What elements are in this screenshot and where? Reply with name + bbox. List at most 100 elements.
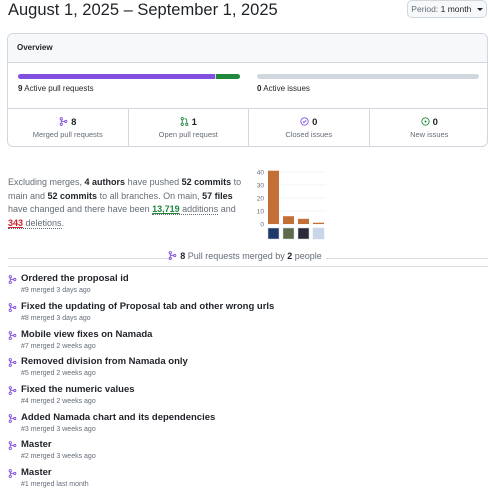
pull-request-meta: #7 merged 2 weeks ago xyxy=(21,343,96,350)
open-pull-request-count: 1 xyxy=(191,117,197,128)
merge-icon xyxy=(8,275,17,284)
pull-request-title-link[interactable]: Ordered the proposal id xyxy=(21,273,129,284)
active-issues-count[interactable]: 0 Active issues xyxy=(257,84,310,93)
active-pull-requests-bar xyxy=(18,74,240,79)
pull-request-meta: #9 merged 3 days ago xyxy=(21,287,91,294)
pull-request-meta: #1 merged last month xyxy=(21,481,89,488)
merge-icon xyxy=(8,331,17,340)
merged-pull-requests-heading: 8 Pull requests merged by 2 people xyxy=(0,251,490,261)
merge-icon xyxy=(8,414,17,423)
open-pull-requests-bar-segment xyxy=(216,74,240,79)
active-issues-number: 0 xyxy=(257,84,262,93)
chart-bar xyxy=(268,170,279,224)
pull-request-title-link[interactable]: Mobile view fixes on Namada xyxy=(21,329,152,340)
pull-request-item: Removed division from Namada only #5 mer… xyxy=(8,356,478,382)
author-avatar xyxy=(312,227,325,240)
merge-icon xyxy=(8,469,17,478)
pull-request-meta: #2 merged 3 weeks ago xyxy=(21,453,96,460)
new-issues-count: 0 xyxy=(432,117,438,128)
files-changed-count: 57 files xyxy=(202,190,233,201)
merged-pull-requests-label: Merged pull requests xyxy=(32,130,103,139)
commits-main-count: 52 commits xyxy=(181,177,232,187)
period-select-button[interactable]: Period: 1 month xyxy=(407,0,487,18)
chart-y-tick-label: 20 xyxy=(257,196,265,203)
issue-opened-icon xyxy=(420,117,430,126)
pull-request-item: Added Namada chart and its dependencies … xyxy=(8,412,478,438)
commits-all-count: 52 commits xyxy=(47,190,98,201)
merged-heading-text: people xyxy=(292,251,322,261)
additions-label: additions xyxy=(179,204,219,215)
pull-request-item: Ordered the proposal id #9 merged 3 days… xyxy=(8,273,478,299)
open-pull-request-label: Open pull request xyxy=(158,130,218,139)
pull-request-title-link[interactable]: Master xyxy=(21,439,52,450)
pull-request-title-link[interactable]: Master xyxy=(21,467,52,478)
issue-closed-icon xyxy=(300,117,309,126)
closed-issues-label: Closed issues xyxy=(285,130,333,139)
merge-icon xyxy=(8,358,17,367)
pull-request-meta: #5 merged 2 weeks ago xyxy=(21,370,96,377)
pull-request-item: Fixed the numeric values #4 merged 2 wee… xyxy=(8,384,478,410)
merge-icon xyxy=(59,117,68,126)
pull-request-title-link[interactable]: Removed division from Namada only xyxy=(21,356,188,367)
deletions-count: 343 xyxy=(8,218,24,229)
overview-heading: Overview xyxy=(8,34,487,63)
commits-by-author-chart: 40 30 20 10 0 xyxy=(257,170,326,240)
merge-icon xyxy=(8,386,17,395)
deletions-link[interactable]: 343 deletions xyxy=(8,218,62,230)
stat-closed-issues[interactable]: 0 Closed issues xyxy=(249,109,370,146)
author-avatar xyxy=(282,227,295,240)
active-issues-bar xyxy=(257,74,479,79)
chart-y-tick-label: 40 xyxy=(257,170,265,177)
merged-heading-text: Pull requests merged by xyxy=(185,251,288,261)
active-pull-requests-label: Active pull requests xyxy=(24,84,94,93)
stat-merged-pull-requests[interactable]: 8 Merged pull requests xyxy=(8,109,129,146)
pull-request-item: Mobile view fixes on Namada #7 merged 2 … xyxy=(8,329,478,355)
stat-new-issues[interactable]: 0 New issues xyxy=(370,109,488,146)
merge-icon xyxy=(8,303,17,312)
commit-summary: Excluding merges, 4 authors have pushed … xyxy=(8,176,246,231)
pull-request-title-link[interactable]: Added Namada chart and its dependencies xyxy=(21,412,215,423)
summary-text: have pushed xyxy=(125,177,182,187)
pull-request-item: Fixed the updating of Proposal tab and o… xyxy=(8,301,478,327)
pull-request-title-link[interactable]: Fixed the updating of Proposal tab and o… xyxy=(21,301,274,312)
merge-icon xyxy=(8,441,17,450)
pull-request-icon xyxy=(180,117,188,126)
new-issues-label: New issues xyxy=(410,130,449,139)
active-pull-requests-number: 9 xyxy=(18,84,23,93)
chart-y-tick-label: 0 xyxy=(260,222,264,229)
chart-y-tick-label: 30 xyxy=(257,183,265,190)
summary-text: Excluding merges, xyxy=(8,177,85,187)
chart-bar xyxy=(313,222,324,224)
pull-request-item: Master #2 merged 3 weeks ago xyxy=(8,439,478,465)
period-value: 1 month xyxy=(440,4,472,14)
chart-bar xyxy=(283,216,294,224)
overview-stats: 8 Merged pull requests 1 Open pull reque… xyxy=(8,108,488,146)
merge-icon xyxy=(168,251,177,260)
pull-request-title-link[interactable]: Fixed the numeric values xyxy=(21,384,135,395)
caret-down-icon xyxy=(476,8,483,12)
period-header: August 1, 2025 – September 1, 2025 Perio… xyxy=(0,0,490,24)
additions-count: 13,719 xyxy=(152,204,180,215)
authors-count: 4 authors xyxy=(84,177,126,187)
active-pull-requests-count[interactable]: 9 Active pull requests xyxy=(18,84,94,93)
overview-panel: Overview 9 Active pull requests 0 Active… xyxy=(7,33,488,147)
chart-y-tick-label: 10 xyxy=(257,209,265,216)
chart-bar xyxy=(298,218,309,224)
pull-request-meta: #8 merged 3 days ago xyxy=(21,315,91,322)
active-issues-label: Active issues xyxy=(263,84,310,93)
summary-text: to all branches. On main, xyxy=(97,190,203,201)
period-label: Period: xyxy=(411,4,439,14)
page-title: August 1, 2025 – September 1, 2025 xyxy=(8,1,278,19)
pull-request-meta: #3 merged 3 weeks ago xyxy=(21,426,96,433)
additions-link[interactable]: 13,719 additions xyxy=(152,204,219,216)
merged-pull-requests-count: 8 xyxy=(71,117,77,128)
closed-issues-count: 0 xyxy=(312,117,318,128)
summary-text: and xyxy=(218,204,236,215)
deletions-label: deletions xyxy=(23,218,62,229)
merged-pull-requests-bar-segment xyxy=(18,74,215,79)
stat-open-pull-request[interactable]: 1 Open pull request xyxy=(129,109,249,146)
author-avatar xyxy=(267,227,280,240)
pull-request-meta: #4 merged 2 weeks ago xyxy=(21,398,96,405)
author-avatar xyxy=(297,227,310,240)
summary-text: have changed and there have been xyxy=(8,204,153,215)
